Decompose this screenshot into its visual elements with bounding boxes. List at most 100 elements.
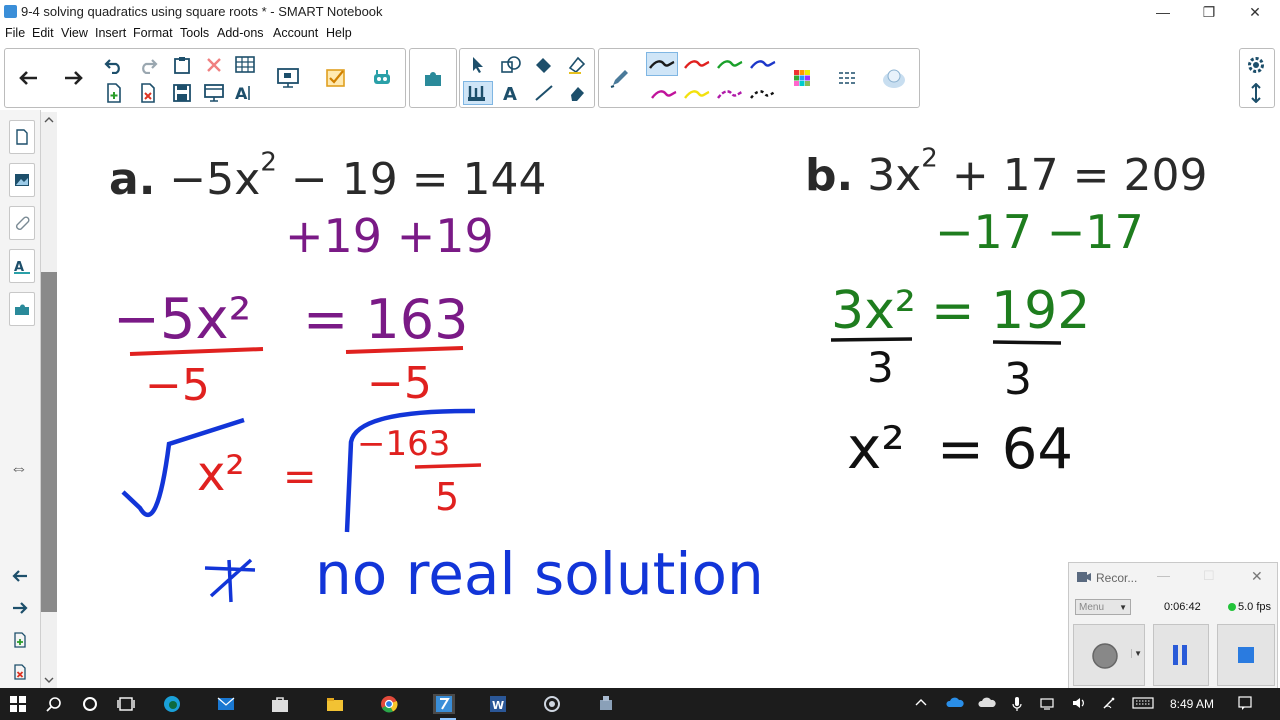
- keyboard-icon[interactable]: [1132, 696, 1154, 713]
- file-explorer-icon[interactable]: [325, 694, 345, 714]
- pen-color-black-dashed-icon[interactable]: [747, 82, 779, 106]
- colors-palette-icon[interactable]: [789, 66, 815, 90]
- gallery-tab[interactable]: [9, 163, 35, 197]
- properties-icon[interactable]: [835, 66, 861, 90]
- menu-file[interactable]: File: [5, 26, 25, 40]
- volume-icon[interactable]: [1072, 696, 1088, 713]
- notifications-icon[interactable]: [1238, 696, 1252, 713]
- erase-fill-icon[interactable]: [564, 53, 590, 77]
- menu-account[interactable]: Account: [273, 26, 318, 40]
- ink-a-sqrt-left[interactable]: x²: [197, 446, 245, 502]
- screen-recorder-widget[interactable]: Recor... — ☐ ✕ Menu ▼ 0:06:42 5.0 fps ▼: [1068, 562, 1278, 690]
- text-fonts-icon[interactable]: A: [233, 81, 259, 105]
- pen-color-blue-icon[interactable]: [747, 52, 779, 76]
- pen-color-yellow-icon[interactable]: [681, 82, 713, 106]
- add-page-icon[interactable]: [101, 81, 127, 105]
- forward-arrow-icon[interactable]: [61, 66, 87, 90]
- show-hidden-icons[interactable]: [915, 696, 927, 710]
- table-icon[interactable]: [233, 53, 259, 77]
- ink-a-sqrt-equals[interactable]: =: [283, 454, 317, 500]
- ink-b-divisor-right[interactable]: 3: [1004, 354, 1032, 405]
- shapes-icon[interactable]: [498, 53, 524, 77]
- ink-b-result-right[interactable]: = 64: [937, 417, 1073, 482]
- onedrive-icon[interactable]: [946, 696, 964, 711]
- delete-page-icon[interactable]: [135, 81, 161, 105]
- ink-a-sqrt-denominator[interactable]: 5: [435, 475, 459, 519]
- start-icon[interactable]: [8, 694, 28, 714]
- ink-b-step2-left[interactable]: 3x²: [831, 281, 916, 341]
- previous-page-icon[interactable]: [7, 564, 33, 588]
- record-options-arrow-icon[interactable]: ▼: [1131, 649, 1142, 658]
- scroll-up-icon[interactable]: [41, 114, 57, 126]
- delete-icon[interactable]: [201, 53, 227, 77]
- menu-insert[interactable]: Insert: [95, 26, 126, 40]
- close-button[interactable]: ✕: [1232, 0, 1278, 24]
- attachments-tab[interactable]: [9, 206, 35, 240]
- fill-icon[interactable]: [531, 53, 557, 77]
- ink-a-step2-right[interactable]: = 163: [303, 288, 468, 351]
- record-button[interactable]: ▼: [1073, 624, 1145, 686]
- pen-color-magenta-icon[interactable]: [648, 82, 680, 106]
- word-icon[interactable]: W: [488, 694, 508, 714]
- page-sorter-tab[interactable]: [9, 120, 35, 154]
- restore-button[interactable]: ❐: [1186, 0, 1232, 24]
- display-icon[interactable]: [275, 66, 301, 90]
- add-ons-tab[interactable]: [9, 292, 35, 326]
- pen-color-black-icon[interactable]: [646, 52, 678, 76]
- move-sidebar-handle[interactable]: ⇔: [10, 458, 28, 479]
- pen-workspace-icon[interactable]: [1102, 696, 1118, 713]
- activity-check-icon[interactable]: [323, 66, 349, 90]
- menu-help[interactable]: Help: [326, 26, 352, 40]
- smart-notebook-taskbar-icon[interactable]: [433, 694, 455, 714]
- search-icon[interactable]: [44, 694, 64, 714]
- mail-icon[interactable]: [216, 694, 236, 714]
- recorder-close-button[interactable]: ✕: [1251, 568, 1263, 585]
- recorder-minimize-button[interactable]: —: [1157, 568, 1170, 583]
- undo-icon[interactable]: [101, 53, 127, 77]
- stop-button[interactable]: [1217, 624, 1275, 686]
- ink-b-fraction-bar-left[interactable]: [830, 337, 913, 342]
- pen-color-purple-dashed-icon[interactable]: [714, 82, 746, 106]
- line-icon[interactable]: [531, 81, 557, 105]
- ink-a-star-mark[interactable]: [204, 558, 256, 603]
- smart-tools-icon[interactable]: [596, 694, 616, 714]
- chrome-icon[interactable]: [379, 694, 399, 714]
- eraser-icon[interactable]: [564, 81, 590, 105]
- task-view-icon[interactable]: [116, 694, 136, 714]
- ink-b-result-left[interactable]: x²: [847, 414, 905, 482]
- clock[interactable]: 8:49 AM: [1170, 697, 1214, 711]
- pen-types-icon[interactable]: [463, 81, 493, 105]
- ink-b-divisor-left[interactable]: 3: [867, 343, 894, 392]
- menu-edit[interactable]: Edit: [32, 26, 54, 40]
- ink-b-fraction-bar-right[interactable]: [992, 340, 1062, 345]
- ink-a-divisor-right[interactable]: −5: [367, 358, 432, 409]
- select-icon[interactable]: [465, 53, 491, 77]
- lesson-activity-icon[interactable]: [369, 66, 395, 90]
- text-icon[interactable]: A: [498, 81, 524, 105]
- minimize-button[interactable]: —: [1140, 0, 1186, 24]
- ink-a-conclusion[interactable]: no real solution: [315, 540, 764, 608]
- menu-format[interactable]: Format: [133, 26, 173, 40]
- edge-icon[interactable]: [162, 694, 182, 714]
- ink-a-sqrt-fraction-bar[interactable]: [414, 463, 482, 469]
- store-icon[interactable]: [270, 694, 290, 714]
- properties-tab[interactable]: A: [9, 249, 35, 283]
- screen-recorder-taskbar-icon[interactable]: [542, 694, 562, 714]
- ink-a-sqrt-numerator[interactable]: −163: [357, 424, 450, 464]
- ink-a-divisor-left[interactable]: −5: [145, 360, 210, 411]
- ink-b-step1[interactable]: −17 −17: [935, 205, 1144, 259]
- sidebar-add-page-icon[interactable]: [7, 628, 33, 652]
- add-on-icon[interactable]: [420, 66, 446, 90]
- save-icon[interactable]: [169, 81, 195, 105]
- redo-icon[interactable]: [135, 53, 161, 77]
- menu-add-ons[interactable]: Add-ons: [217, 26, 264, 40]
- menu-tools[interactable]: Tools: [180, 26, 209, 40]
- scroll-down-icon[interactable]: [41, 674, 57, 686]
- back-arrow-icon[interactable]: [15, 66, 41, 90]
- microphone-icon[interactable]: [1012, 696, 1022, 715]
- recorder-menu-dropdown[interactable]: Menu ▼: [1075, 599, 1131, 615]
- pen-icon[interactable]: [607, 66, 633, 90]
- magic-pen-icon[interactable]: [881, 66, 907, 90]
- pen-color-red-icon[interactable]: [681, 52, 713, 76]
- menu-view[interactable]: View: [61, 26, 88, 40]
